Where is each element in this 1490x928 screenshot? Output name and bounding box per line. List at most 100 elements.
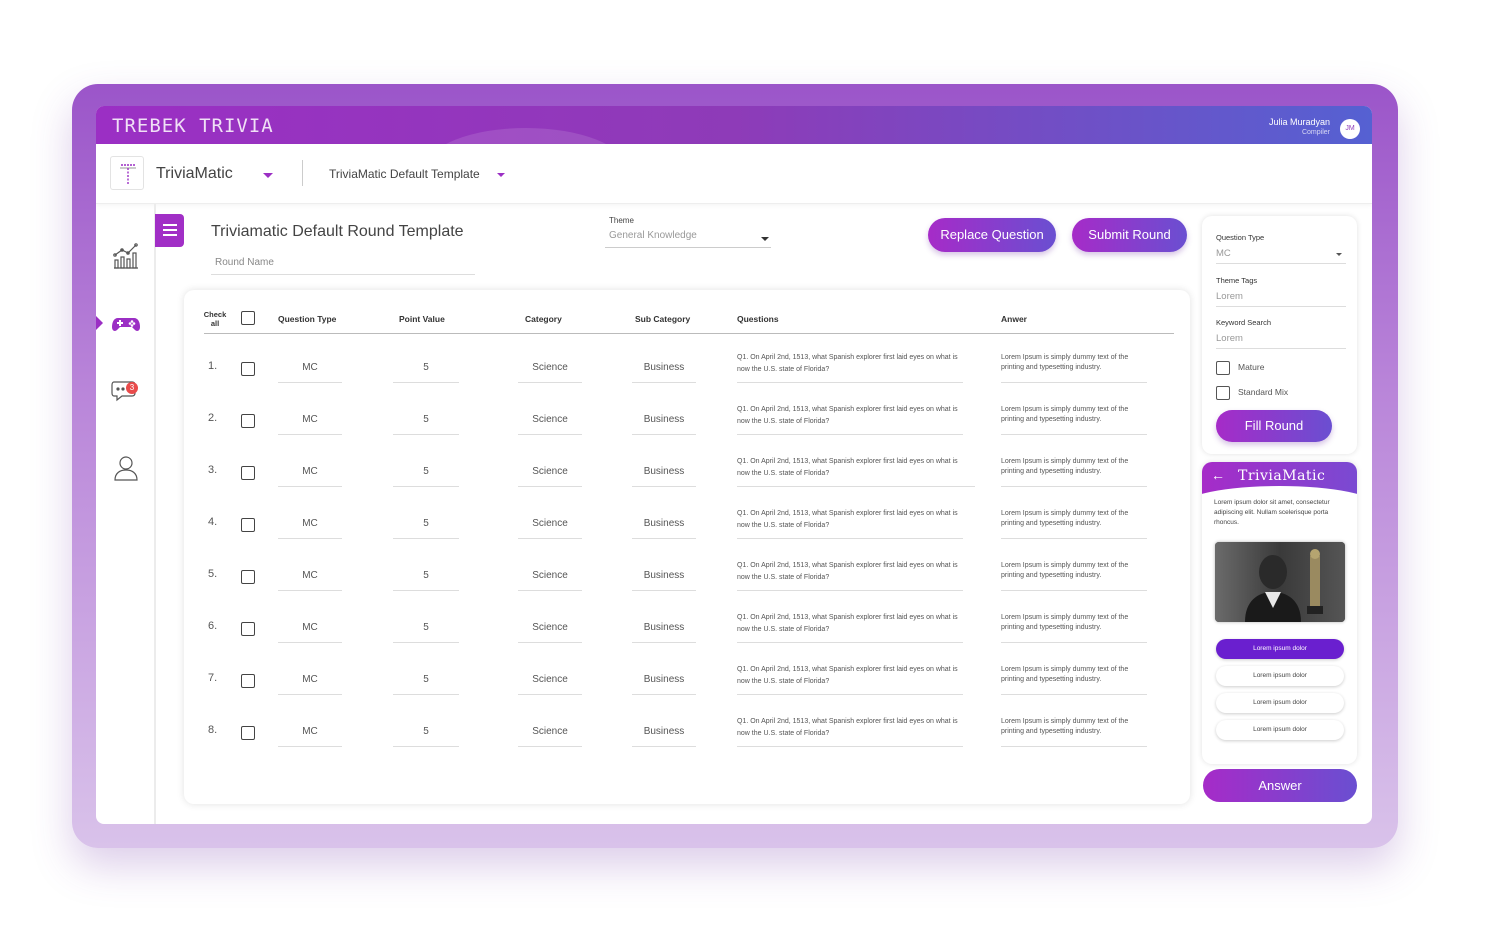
cell-underline: [737, 382, 963, 383]
cell-underline: [632, 538, 696, 539]
answer-text-cell[interactable]: Lorem Ipsum is simply dummy text of the …: [1001, 717, 1141, 737]
row-number: 5.: [208, 568, 218, 580]
user-role: Compiler: [1301, 129, 1330, 136]
row-number: 1.: [208, 360, 218, 372]
point-value-cell[interactable]: 5: [393, 518, 459, 529]
fill-round-button[interactable]: Fill Round: [1216, 410, 1332, 442]
category-cell[interactable]: Science: [518, 362, 582, 373]
sub-category-cell[interactable]: Business: [632, 570, 696, 581]
sub-category-cell[interactable]: Business: [632, 362, 696, 373]
category-cell[interactable]: Science: [518, 518, 582, 529]
question-type-cell[interactable]: MC: [278, 570, 342, 581]
answer-text-cell[interactable]: Lorem Ipsum is simply dummy text of the …: [1001, 457, 1141, 477]
row-checkbox[interactable]: [241, 414, 255, 428]
sub-category-cell[interactable]: Business: [632, 726, 696, 737]
mature-checkbox[interactable]: [1216, 361, 1230, 375]
question-text-cell[interactable]: Q1. On April 2nd, 1513, what Spanish exp…: [737, 716, 963, 740]
sub-category-cell[interactable]: Business: [632, 674, 696, 685]
answer-option-3[interactable]: Lorem ipsum dolor: [1216, 693, 1344, 713]
question-type-cell[interactable]: MC: [278, 362, 342, 373]
back-arrow-icon[interactable]: ←: [1211, 467, 1225, 483]
point-value-cell[interactable]: 5: [393, 674, 459, 685]
row-checkbox[interactable]: [241, 362, 255, 376]
avatar[interactable]: JM: [1340, 119, 1360, 139]
sub-category-cell[interactable]: Business: [632, 622, 696, 633]
category-cell[interactable]: Science: [518, 622, 582, 633]
question-text-cell[interactable]: Q1. On April 2nd, 1513, what Spanish exp…: [737, 508, 963, 532]
cell-underline: [737, 486, 975, 487]
header-sub-category[interactable]: Sub Category: [635, 314, 690, 324]
question-type-cell[interactable]: MC: [278, 674, 342, 685]
question-type-cell[interactable]: MC: [278, 466, 342, 477]
question-text-cell[interactable]: Q1. On April 2nd, 1513, what Spanish exp…: [737, 560, 963, 584]
answer-text-cell[interactable]: Lorem Ipsum is simply dummy text of the …: [1001, 509, 1141, 529]
theme-tags-input[interactable]: Lorem: [1216, 291, 1346, 307]
question-text-cell[interactable]: Q1. On April 2nd, 1513, what Spanish exp…: [737, 664, 963, 688]
question-type-cell[interactable]: MC: [278, 414, 342, 425]
header-questions[interactable]: Questions: [737, 314, 779, 324]
header-answer[interactable]: Anwer: [1001, 314, 1027, 324]
question-text-cell[interactable]: Q1. On April 2nd, 1513, what Spanish exp…: [737, 404, 963, 428]
round-name-input[interactable]: Round Name: [211, 255, 475, 275]
header-point-value[interactable]: Point Value: [399, 314, 445, 324]
chevron-down-icon[interactable]: [497, 173, 505, 177]
sub-category-cell[interactable]: Business: [632, 414, 696, 425]
category-cell[interactable]: Science: [518, 726, 582, 737]
standard-mix-checkbox[interactable]: [1216, 386, 1230, 400]
row-checkbox[interactable]: [241, 726, 255, 740]
theme-select-value: General Knowledge: [609, 230, 697, 241]
check-all-checkbox[interactable]: [241, 311, 255, 325]
replace-question-button[interactable]: Replace Question: [928, 218, 1056, 252]
chart-icon[interactable]: [110, 240, 142, 272]
answer-text-cell[interactable]: Lorem Ipsum is simply dummy text of the …: [1001, 613, 1141, 633]
row-checkbox[interactable]: [241, 466, 255, 480]
answer-text-cell[interactable]: Lorem Ipsum is simply dummy text of the …: [1001, 405, 1141, 425]
template-selector-label[interactable]: TriviaMatic Default Template: [329, 167, 480, 181]
chevron-down-icon[interactable]: [263, 173, 273, 178]
header-category[interactable]: Category: [525, 314, 562, 324]
category-cell[interactable]: Science: [518, 466, 582, 477]
answer-button[interactable]: Answer: [1203, 769, 1357, 802]
sub-category-cell[interactable]: Business: [632, 518, 696, 529]
cell-underline: [393, 486, 459, 487]
keyword-search-input[interactable]: Lorem: [1216, 333, 1346, 349]
app-switcher-label[interactable]: TriviaMatic: [156, 165, 233, 183]
submit-round-button[interactable]: Submit Round: [1072, 218, 1187, 252]
question-text-cell[interactable]: Q1. On April 2nd, 1513, what Spanish exp…: [737, 612, 963, 636]
answer-text-cell[interactable]: Lorem Ipsum is simply dummy text of the …: [1001, 353, 1141, 373]
question-text-cell[interactable]: Q1. On April 2nd, 1513, what Spanish exp…: [737, 456, 963, 480]
row-checkbox[interactable]: [241, 570, 255, 584]
user-icon[interactable]: [110, 452, 142, 484]
answer-text-cell[interactable]: Lorem Ipsum is simply dummy text of the …: [1001, 561, 1141, 581]
category-cell[interactable]: Science: [518, 674, 582, 685]
question-text-cell[interactable]: Q1. On April 2nd, 1513, what Spanish exp…: [737, 352, 963, 376]
theme-select[interactable]: General Knowledge: [605, 230, 771, 248]
table-row: 2. MC 5 Science Business Q1. On April 2nd, 15…: [184, 392, 1190, 444]
row-checkbox[interactable]: [241, 674, 255, 688]
question-type-cell[interactable]: MC: [278, 726, 342, 737]
answer-option-2[interactable]: Lorem ipsum dolor: [1216, 666, 1344, 686]
point-value-cell[interactable]: 5: [393, 362, 459, 373]
answer-option-1[interactable]: Lorem ipsum dolor: [1216, 639, 1344, 659]
point-value-cell[interactable]: 5: [393, 570, 459, 581]
sub-category-cell[interactable]: Business: [632, 466, 696, 477]
category-cell[interactable]: Science: [518, 570, 582, 581]
menu-toggle-button[interactable]: [155, 214, 184, 247]
point-value-cell[interactable]: 5: [393, 726, 459, 737]
header-question-type[interactable]: Question Type: [278, 314, 336, 324]
answer-option-4[interactable]: Lorem ipsum dolor: [1216, 720, 1344, 740]
question-type-cell[interactable]: MC: [278, 622, 342, 633]
cell-underline: [632, 642, 696, 643]
question-type-select[interactable]: MC: [1216, 248, 1346, 264]
point-value-cell[interactable]: 5: [393, 466, 459, 477]
question-type-cell[interactable]: MC: [278, 518, 342, 529]
row-checkbox[interactable]: [241, 622, 255, 636]
gamepad-icon[interactable]: [110, 308, 142, 340]
category-cell[interactable]: Science: [518, 414, 582, 425]
answer-text-cell[interactable]: Lorem Ipsum is simply dummy text of the …: [1001, 665, 1141, 685]
table-row: 7. MC 5 Science Business Q1. On April 2nd, 15…: [184, 652, 1190, 704]
point-value-cell[interactable]: 5: [393, 622, 459, 633]
row-checkbox[interactable]: [241, 518, 255, 532]
point-value-cell[interactable]: 5: [393, 414, 459, 425]
chat-icon[interactable]: [110, 376, 142, 408]
